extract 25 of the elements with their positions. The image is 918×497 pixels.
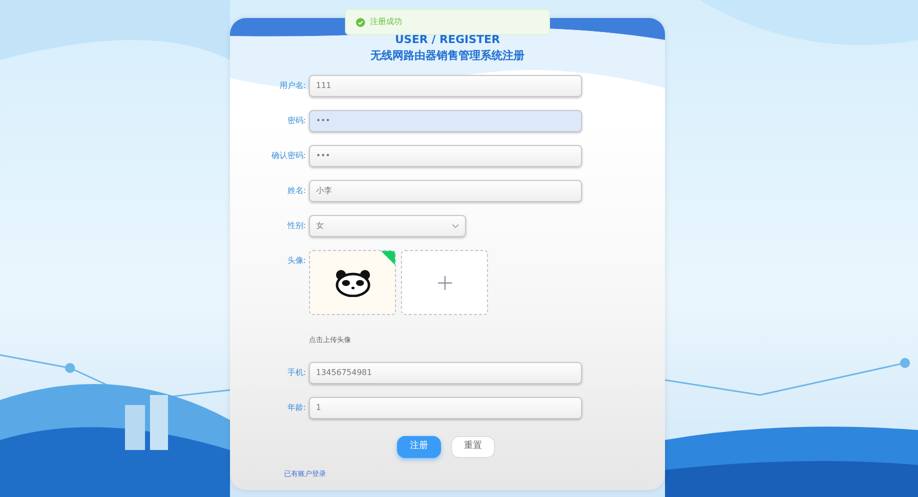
plus-icon [436, 274, 452, 290]
gender-select[interactable]: 女 [309, 215, 466, 237]
chevron-down-icon [452, 224, 459, 228]
input-field[interactable]: 小李 [309, 180, 582, 202]
reset-button[interactable]: 重置 [451, 436, 495, 458]
input-field[interactable]: ••• [309, 145, 582, 167]
field-label: 性别: [287, 221, 306, 230]
input-field[interactable]: 111 [309, 75, 582, 97]
input-field[interactable]: 13456754981 [309, 362, 582, 384]
check-circle-icon [356, 18, 365, 26]
field-label: 确认密码: [271, 151, 306, 160]
form-title: 无线网路由器销售管理系统注册 [370, 48, 524, 64]
field-label: 用户名: [279, 81, 306, 90]
input-field[interactable]: ••• [309, 110, 582, 132]
field-label: 姓名: [287, 186, 306, 195]
panda-icon [334, 268, 372, 296]
input-field[interactable]: 1 [309, 396, 582, 418]
field-label: 头像: [287, 256, 306, 265]
register-button[interactable]: 注册 [397, 436, 441, 458]
field-label: 手机: [287, 368, 306, 376]
field-label: 年龄: [287, 402, 306, 412]
toast-message: 注册成功 [370, 16, 402, 28]
form-subtitle: USER / REGISTER [394, 32, 500, 48]
field-label: 密码: [287, 116, 306, 125]
avatar-preview[interactable] [309, 250, 396, 315]
